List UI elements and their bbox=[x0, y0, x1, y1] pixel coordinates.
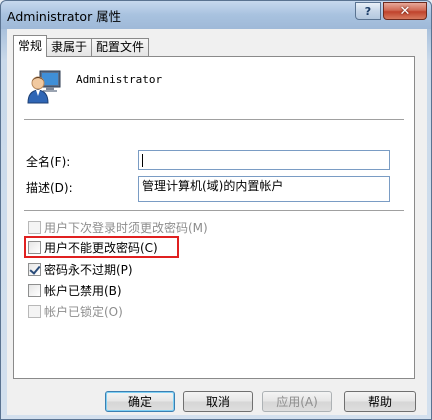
help-button[interactable]: 帮助 bbox=[344, 391, 416, 412]
fullname-label: 全名(F): bbox=[26, 155, 71, 169]
fullname-input[interactable] bbox=[138, 150, 390, 170]
apply-button[interactable]: 应用(A) bbox=[262, 391, 332, 412]
description-input[interactable]: 管理计算机(域)的内置帐户 bbox=[138, 176, 390, 202]
general-panel: Administrator 全名(F): 描述(D): 管理计算机(域)的内置帐… bbox=[13, 56, 415, 379]
tab-member-of[interactable]: 隶属于 bbox=[46, 38, 93, 57]
user-icon bbox=[27, 70, 61, 104]
highlight-annotation bbox=[24, 236, 179, 258]
checkbox-box[interactable] bbox=[28, 220, 41, 234]
checkbox-box[interactable] bbox=[28, 304, 41, 318]
account-locked-checkbox[interactable]: 帐户已锁定(O) bbox=[28, 303, 123, 319]
account-disabled-checkbox[interactable]: 帐户已禁用(B) bbox=[28, 282, 122, 298]
text-caret bbox=[142, 154, 143, 167]
user-name: Administrator bbox=[76, 73, 163, 86]
checkbox-box-checked[interactable] bbox=[28, 262, 41, 276]
tab-general[interactable]: 常规 bbox=[13, 35, 48, 57]
window-title: Administrator 属性 bbox=[7, 9, 122, 24]
title-bar[interactable]: Administrator 属性 ? ✕ bbox=[1, 1, 431, 29]
description-label: 描述(D): bbox=[26, 181, 73, 195]
must-change-password-checkbox[interactable]: 用户下次登录时须更改密码(M) bbox=[28, 219, 208, 235]
password-never-expires-checkbox[interactable]: 密码永不过期(P) bbox=[28, 261, 133, 277]
help-title-button[interactable]: ? bbox=[355, 2, 381, 20]
cancel-button[interactable]: 取消 bbox=[183, 391, 253, 412]
ok-button[interactable]: 确定 bbox=[105, 391, 175, 412]
separator bbox=[24, 210, 404, 212]
close-button[interactable]: ✕ bbox=[383, 2, 427, 20]
tab-strip: 常规 隶属于 配置文件 bbox=[13, 35, 150, 57]
checkbox-box[interactable] bbox=[28, 283, 41, 297]
question-icon: ? bbox=[364, 4, 372, 18]
dialog-client: 常规 隶属于 配置文件 Administrator 全名(F): 描述(D): … bbox=[7, 29, 427, 415]
close-icon: ✕ bbox=[399, 3, 411, 19]
properties-window: Administrator 属性 ? ✕ 常规 隶属于 配置文件 Adminis… bbox=[0, 0, 432, 420]
tab-profile[interactable]: 配置文件 bbox=[91, 38, 150, 57]
separator bbox=[24, 119, 404, 121]
